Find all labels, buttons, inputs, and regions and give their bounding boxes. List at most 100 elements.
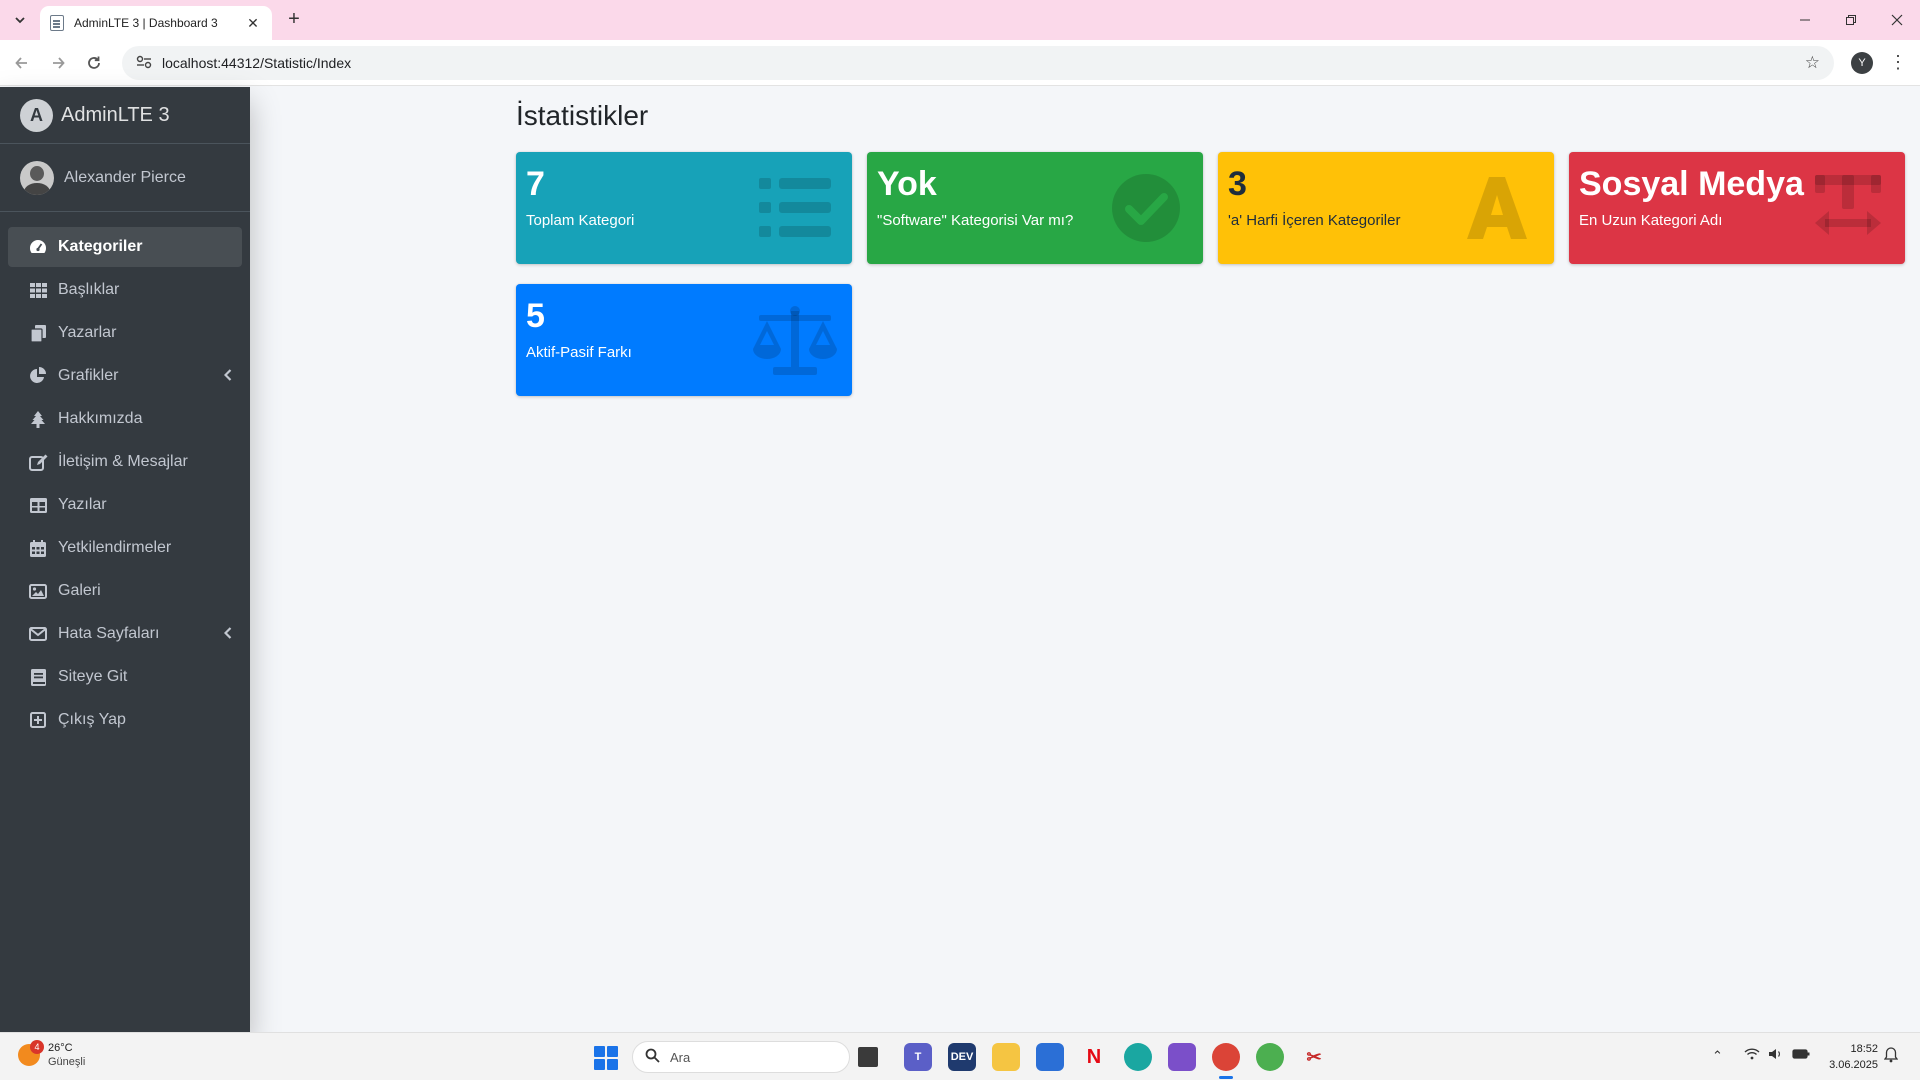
- search-icon: [645, 1048, 660, 1067]
- windows-taskbar: 4 26°C Güneşli Ara T DEV N ✂ ⌃ 18:52 3.0…: [0, 1032, 1920, 1080]
- netflix-icon[interactable]: N: [1080, 1043, 1108, 1071]
- sidebar-nav: Kategoriler Başlıklar Yazarlar Grafikler: [0, 212, 250, 740]
- list-icon: [750, 168, 840, 248]
- volume-icon[interactable]: [1768, 1048, 1784, 1063]
- angle-left-icon: [223, 368, 232, 384]
- tab-title: AdminLTE 3 | Dashboard 3: [74, 16, 218, 30]
- address-bar-row: localhost:44312/Statistic/Index ☆ Y ⋮: [0, 40, 1920, 86]
- sidebar-item-grafikler[interactable]: Grafikler: [8, 356, 242, 396]
- user-name-link[interactable]: Alexander Pierce: [64, 169, 186, 187]
- dashboard-icon: [28, 237, 48, 257]
- windows-start-icon[interactable]: [594, 1046, 618, 1070]
- browser-menu-icon[interactable]: ⋮: [1888, 51, 1908, 75]
- weather-temp: 26°C: [48, 1042, 73, 1054]
- image-icon: [28, 581, 48, 601]
- balance-scale-icon: [750, 300, 840, 380]
- wifi-icon[interactable]: [1744, 1048, 1760, 1063]
- sidebar-item-hata-sayfalari[interactable]: Hata Sayfaları: [8, 614, 242, 654]
- clock-time: 18:52: [1850, 1043, 1878, 1055]
- chrome-profile-icon[interactable]: [1256, 1043, 1284, 1071]
- chrome-icon[interactable]: [1212, 1043, 1240, 1071]
- weather-badge: 4: [30, 1040, 44, 1054]
- sidebar-item-galeri[interactable]: Galeri: [8, 571, 242, 611]
- edge-icon[interactable]: [1124, 1043, 1152, 1071]
- check-circle-icon: [1101, 168, 1191, 248]
- back-button[interactable]: [10, 51, 34, 75]
- file-explorer-icon[interactable]: [992, 1043, 1020, 1071]
- copy-icon: [28, 323, 48, 343]
- sidebar-item-kategoriler[interactable]: Kategoriler: [8, 227, 242, 267]
- user-avatar[interactable]: [20, 160, 54, 195]
- reload-button[interactable]: [82, 51, 106, 75]
- edit-icon: [28, 452, 48, 472]
- profile-avatar-button[interactable]: Y: [1851, 52, 1873, 74]
- site-info-icon[interactable]: [136, 55, 152, 72]
- sidebar-item-label: İletişim & Mesajlar: [58, 453, 188, 470]
- task-view-icon[interactable]: [858, 1047, 878, 1067]
- microsoft-store-icon[interactable]: [1036, 1043, 1064, 1071]
- battery-icon[interactable]: [1792, 1048, 1810, 1063]
- sidebar-item-label: Kategoriler: [58, 238, 143, 255]
- tab-close-icon[interactable]: ✕: [244, 15, 262, 32]
- visual-studio-icon[interactable]: [1168, 1043, 1196, 1071]
- chevron-up-icon[interactable]: ⌃: [1712, 1048, 1723, 1064]
- minimize-icon: [1800, 19, 1810, 21]
- chart-pie-icon: [28, 366, 48, 386]
- reload-icon: [88, 56, 100, 69]
- forward-button[interactable]: [46, 51, 70, 75]
- taskbar-search-input[interactable]: Ara: [632, 1041, 850, 1073]
- sidebar-item-yetkilendirmeler[interactable]: Yetkilendirmeler: [8, 528, 242, 568]
- system-clock[interactable]: 18:52 3.06.2025: [1826, 1041, 1878, 1073]
- bookmark-star-icon[interactable]: ☆: [1805, 53, 1820, 73]
- sidebar-item-iletisim[interactable]: İletişim & Mesajlar: [8, 442, 242, 482]
- teams-icon[interactable]: T: [904, 1043, 932, 1071]
- weather-desc: Güneşli: [48, 1056, 86, 1068]
- snipping-tool-icon[interactable]: ✂: [1300, 1043, 1328, 1071]
- browser-tab-bar: AdminLTE 3 | Dashboard 3 ✕ +: [0, 0, 1920, 40]
- sidebar-item-yazarlar[interactable]: Yazarlar: [8, 313, 242, 353]
- new-tab-button[interactable]: +: [282, 8, 306, 32]
- sidebar-item-basliklar[interactable]: Başlıklar: [8, 270, 242, 310]
- sidebar-item-cikis-yap[interactable]: Çıkış Yap: [8, 700, 242, 740]
- sidebar-item-label: Hata Sayfaları: [58, 625, 160, 642]
- page-favicon-icon: [50, 15, 64, 31]
- devhome-icon[interactable]: DEV: [948, 1043, 976, 1071]
- restore-button[interactable]: [1828, 0, 1874, 40]
- sidebar-item-siteye-git[interactable]: Siteye Git: [8, 657, 242, 697]
- table-icon: [28, 495, 48, 515]
- envelope-icon: [28, 624, 48, 644]
- close-window-button[interactable]: [1874, 0, 1920, 40]
- sidebar-item-label: Başlıklar: [58, 281, 120, 298]
- clock-date: 3.06.2025: [1829, 1059, 1878, 1071]
- arrow-left-icon: [15, 57, 27, 69]
- active-app-indicator: [1219, 1076, 1233, 1079]
- sidebar-item-label: Galeri: [58, 582, 101, 599]
- tab-search-button[interactable]: [8, 8, 32, 32]
- small-box-software-check: Yok "Software" Kategorisi Var mı?: [867, 152, 1203, 264]
- restore-icon: [1846, 15, 1856, 25]
- th-icon: [28, 280, 48, 300]
- sun-icon: 4: [18, 1040, 44, 1066]
- url-text[interactable]: localhost:44312/Statistic/Index: [162, 55, 1805, 71]
- brand-logo-icon: A: [20, 98, 53, 132]
- angle-left-icon: [223, 626, 232, 642]
- sidebar-item-label: Yetkilendirmeler: [58, 539, 172, 556]
- notification-bell-icon[interactable]: [1883, 1047, 1899, 1066]
- chevron-down-icon: [15, 17, 25, 24]
- arrow-right-icon: [53, 57, 65, 69]
- sidebar-item-hakkimizda[interactable]: Hakkımızda: [8, 399, 242, 439]
- sidebar-item-label: Yazarlar: [58, 324, 117, 341]
- page-title: İstatistikler: [516, 100, 649, 131]
- sidebar-item-yazilar[interactable]: Yazılar: [8, 485, 242, 525]
- text-width-icon: [1803, 168, 1893, 248]
- calendar-icon: [28, 538, 48, 558]
- omnibox[interactable]: localhost:44312/Statistic/Index ☆: [122, 46, 1834, 80]
- sidebar-item-label: Hakkımızda: [58, 410, 143, 427]
- browser-tab[interactable]: AdminLTE 3 | Dashboard 3 ✕: [40, 6, 272, 40]
- small-box-active-passive-diff: 5 Aktif-Pasif Farkı: [516, 284, 852, 396]
- weather-widget[interactable]: 4 26°C Güneşli: [18, 1040, 86, 1069]
- sidebar-item-label: Siteye Git: [58, 668, 128, 685]
- small-box-total-categories: 7 Toplam Kategori: [516, 152, 852, 264]
- brand-link[interactable]: A AdminLTE 3: [0, 87, 250, 144]
- minimize-button[interactable]: [1782, 0, 1828, 40]
